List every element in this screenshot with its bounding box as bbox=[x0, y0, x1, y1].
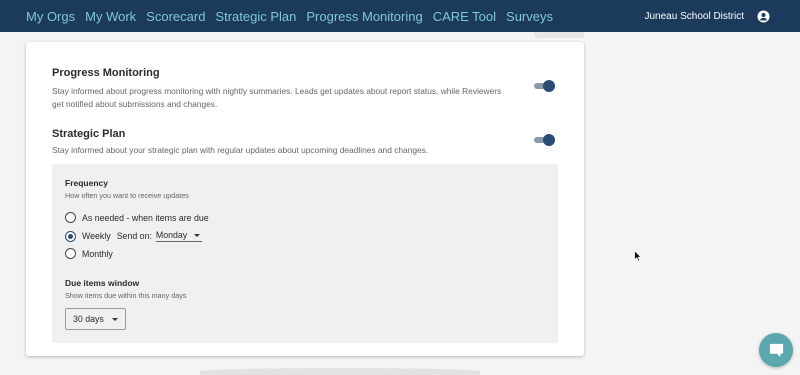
tab-stub bbox=[534, 32, 584, 38]
nav-link-my-orgs[interactable]: My Orgs bbox=[26, 9, 75, 24]
nav-right: Juneau School District bbox=[645, 0, 771, 32]
frequency-option-weekly[interactable]: Weekly Send on: Monday bbox=[65, 230, 203, 242]
nav-link-scorecard[interactable]: Scorecard bbox=[146, 9, 205, 24]
top-navbar: My Orgs My Work Scorecard Strategic Plan… bbox=[0, 0, 800, 32]
strategic-plan-section: Strategic Plan Stay informed about your … bbox=[52, 128, 532, 157]
caret-down-icon bbox=[112, 318, 118, 321]
strategic-plan-toggle[interactable] bbox=[534, 134, 555, 146]
radio-weekly[interactable] bbox=[65, 230, 76, 242]
progress-monitoring-description: Stay informed about progress monitoring … bbox=[52, 85, 532, 111]
progress-monitoring-toggle[interactable] bbox=[534, 80, 555, 92]
progress-monitoring-section: Progress Monitoring Stay informed about … bbox=[52, 67, 532, 111]
due-window-title: Due items window bbox=[65, 278, 140, 288]
district-name[interactable]: Juneau School District bbox=[645, 11, 745, 22]
strategic-plan-description: Stay informed about your strategic plan … bbox=[52, 145, 429, 155]
send-on-day-select[interactable]: Monday bbox=[155, 230, 203, 242]
bottom-shadow bbox=[200, 368, 480, 375]
nav-link-care-tool[interactable]: CARE Tool bbox=[433, 9, 496, 24]
progress-monitoring-desc-line1: Stay informed about progress monitoring … bbox=[52, 86, 502, 96]
send-on-day-value: Monday bbox=[155, 230, 188, 240]
caret-down-icon bbox=[194, 233, 201, 237]
strategic-plan-title: Strategic Plan bbox=[52, 128, 126, 140]
user-circle-icon[interactable] bbox=[757, 9, 770, 23]
nav-link-surveys[interactable]: Surveys bbox=[506, 9, 553, 24]
radio-label-monthly: Monthly bbox=[82, 248, 113, 259]
chat-button[interactable] bbox=[759, 333, 793, 367]
frequency-title: Frequency bbox=[65, 178, 108, 188]
frequency-subtitle: How often you want to receive updates bbox=[65, 191, 189, 200]
nav-link-strategic-plan[interactable]: Strategic Plan bbox=[215, 9, 296, 24]
radio-label-weekly: Weekly bbox=[82, 231, 111, 241]
notification-settings-card: Progress Monitoring Stay informed about … bbox=[26, 42, 584, 356]
progress-monitoring-title: Progress Monitoring bbox=[52, 67, 160, 79]
chat-bubble-icon bbox=[769, 343, 783, 357]
nav-links: My Orgs My Work Scorecard Strategic Plan… bbox=[0, 9, 563, 24]
progress-monitoring-desc-line2: get notified about submissions and chang… bbox=[52, 99, 218, 109]
due-window-select[interactable]: 30 days bbox=[65, 308, 126, 330]
toggle-thumb bbox=[543, 134, 555, 146]
frequency-option-monthly[interactable]: Monthly bbox=[65, 248, 113, 259]
due-window-subtitle: Show items due within this many days bbox=[65, 291, 187, 300]
nav-link-my-work[interactable]: My Work bbox=[85, 9, 136, 24]
mouse-pointer-icon bbox=[634, 250, 642, 262]
radio-as-needed[interactable] bbox=[65, 212, 76, 223]
radio-label-as-needed: As needed - when items are due bbox=[82, 212, 209, 223]
toggle-thumb bbox=[543, 80, 555, 92]
frequency-option-as-needed[interactable]: As needed - when items are due bbox=[65, 212, 209, 223]
send-on-label: Send on: bbox=[116, 231, 152, 241]
frequency-panel: Frequency How often you want to receive … bbox=[52, 164, 558, 343]
nav-link-progress-monitoring[interactable]: Progress Monitoring bbox=[306, 9, 422, 24]
radio-monthly[interactable] bbox=[65, 248, 76, 259]
due-window-value: 30 days bbox=[73, 314, 104, 324]
